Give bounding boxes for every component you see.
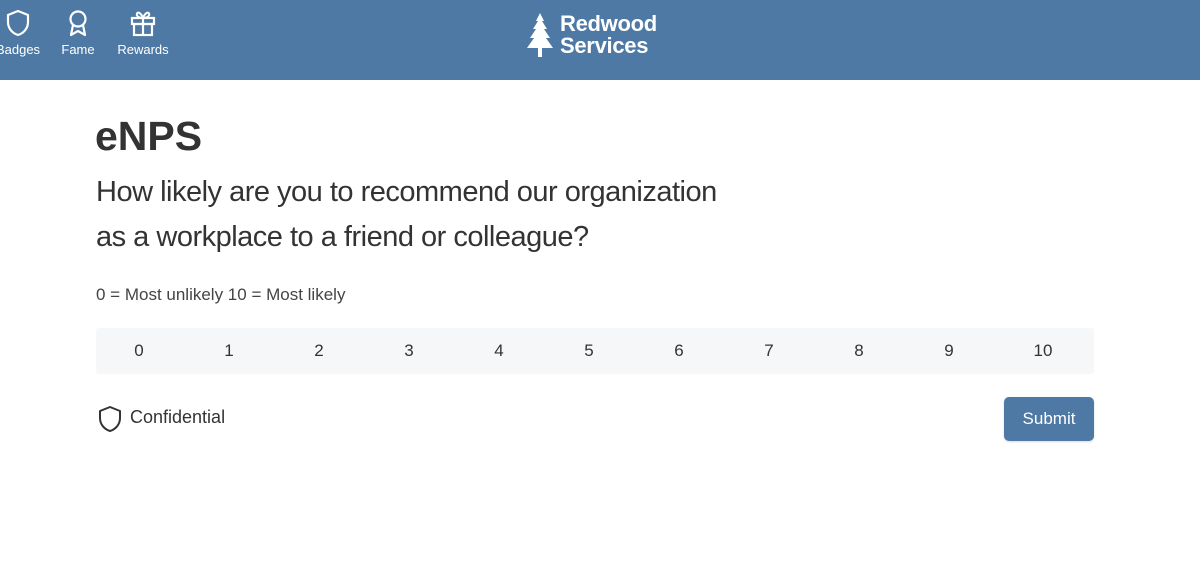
- survey-title: eNPS: [95, 113, 203, 159]
- survey-question-line2: as a workplace to a friend or colleague?: [96, 221, 589, 253]
- brand-line2: Services: [560, 33, 649, 58]
- scale-hint: 0 = Most unlikely 10 = Most likely: [96, 285, 346, 304]
- nav-rewards-label: Rewards: [117, 42, 169, 57]
- confidential-label: Confidential: [130, 407, 226, 427]
- scale-option-3[interactable]: 3: [379, 328, 439, 374]
- brand-name: Redwood Services: [560, 13, 657, 57]
- scale-option-8[interactable]: 8: [829, 328, 889, 374]
- scale-option-0[interactable]: 0: [109, 328, 169, 374]
- scale-option-2[interactable]: 2: [289, 328, 349, 374]
- nav-badges[interactable]: Badges: [0, 9, 48, 69]
- brand-logo[interactable]: Redwood Services: [525, 12, 685, 60]
- scale-option-7[interactable]: 7: [739, 328, 799, 374]
- scale-option-4[interactable]: 4: [469, 328, 529, 374]
- submit-button[interactable]: Submit: [1004, 397, 1094, 441]
- nav-badges-label: Badges: [0, 42, 41, 57]
- gift-icon: [130, 11, 156, 37]
- survey-question-line1: How likely are you to recommend our orga…: [96, 176, 717, 208]
- pine-tree-icon: [527, 13, 553, 57]
- scale-option-5[interactable]: 5: [559, 328, 619, 374]
- nav-rewards[interactable]: Rewards: [113, 9, 173, 69]
- top-navigation-bar: Badges Fame Rewards Redwood Services: [0, 0, 1200, 80]
- shield-icon: [6, 9, 30, 37]
- brand-line1: Redwood: [560, 11, 657, 36]
- survey-question: How likely are you to recommend our orga…: [96, 170, 836, 260]
- scale-option-9[interactable]: 9: [919, 328, 979, 374]
- scale-option-1[interactable]: 1: [199, 328, 259, 374]
- scale-option-10[interactable]: 10: [1013, 328, 1073, 374]
- shield-icon: [99, 406, 121, 432]
- nav-fame[interactable]: Fame: [48, 9, 108, 69]
- scale-option-6[interactable]: 6: [649, 328, 709, 374]
- nav-fame-label: Fame: [61, 42, 95, 57]
- award-ribbon-icon: [69, 10, 87, 37]
- rating-scale: 0 1 2 3 4 5 6 7 8 9 10: [96, 328, 1094, 374]
